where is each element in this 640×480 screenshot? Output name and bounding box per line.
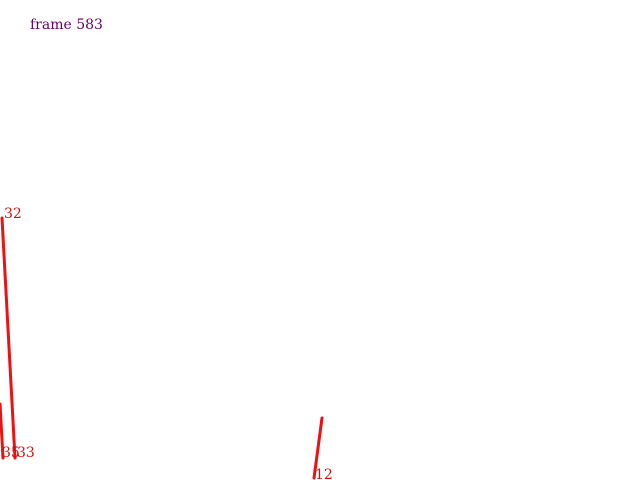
segment-scene: 32 35 33 12 [0,206,333,480]
segment-32: 32 [0,206,22,460]
segment-12: 12 [312,416,333,480]
segment-33-label: 33 [17,445,35,461]
segment-32-line [0,216,17,460]
canvas: frame 583 32 35 33 12 [0,0,640,480]
segment-12-label: 12 [315,467,333,480]
segment-33: 33 [17,445,35,461]
segment-32-label: 32 [4,206,22,222]
